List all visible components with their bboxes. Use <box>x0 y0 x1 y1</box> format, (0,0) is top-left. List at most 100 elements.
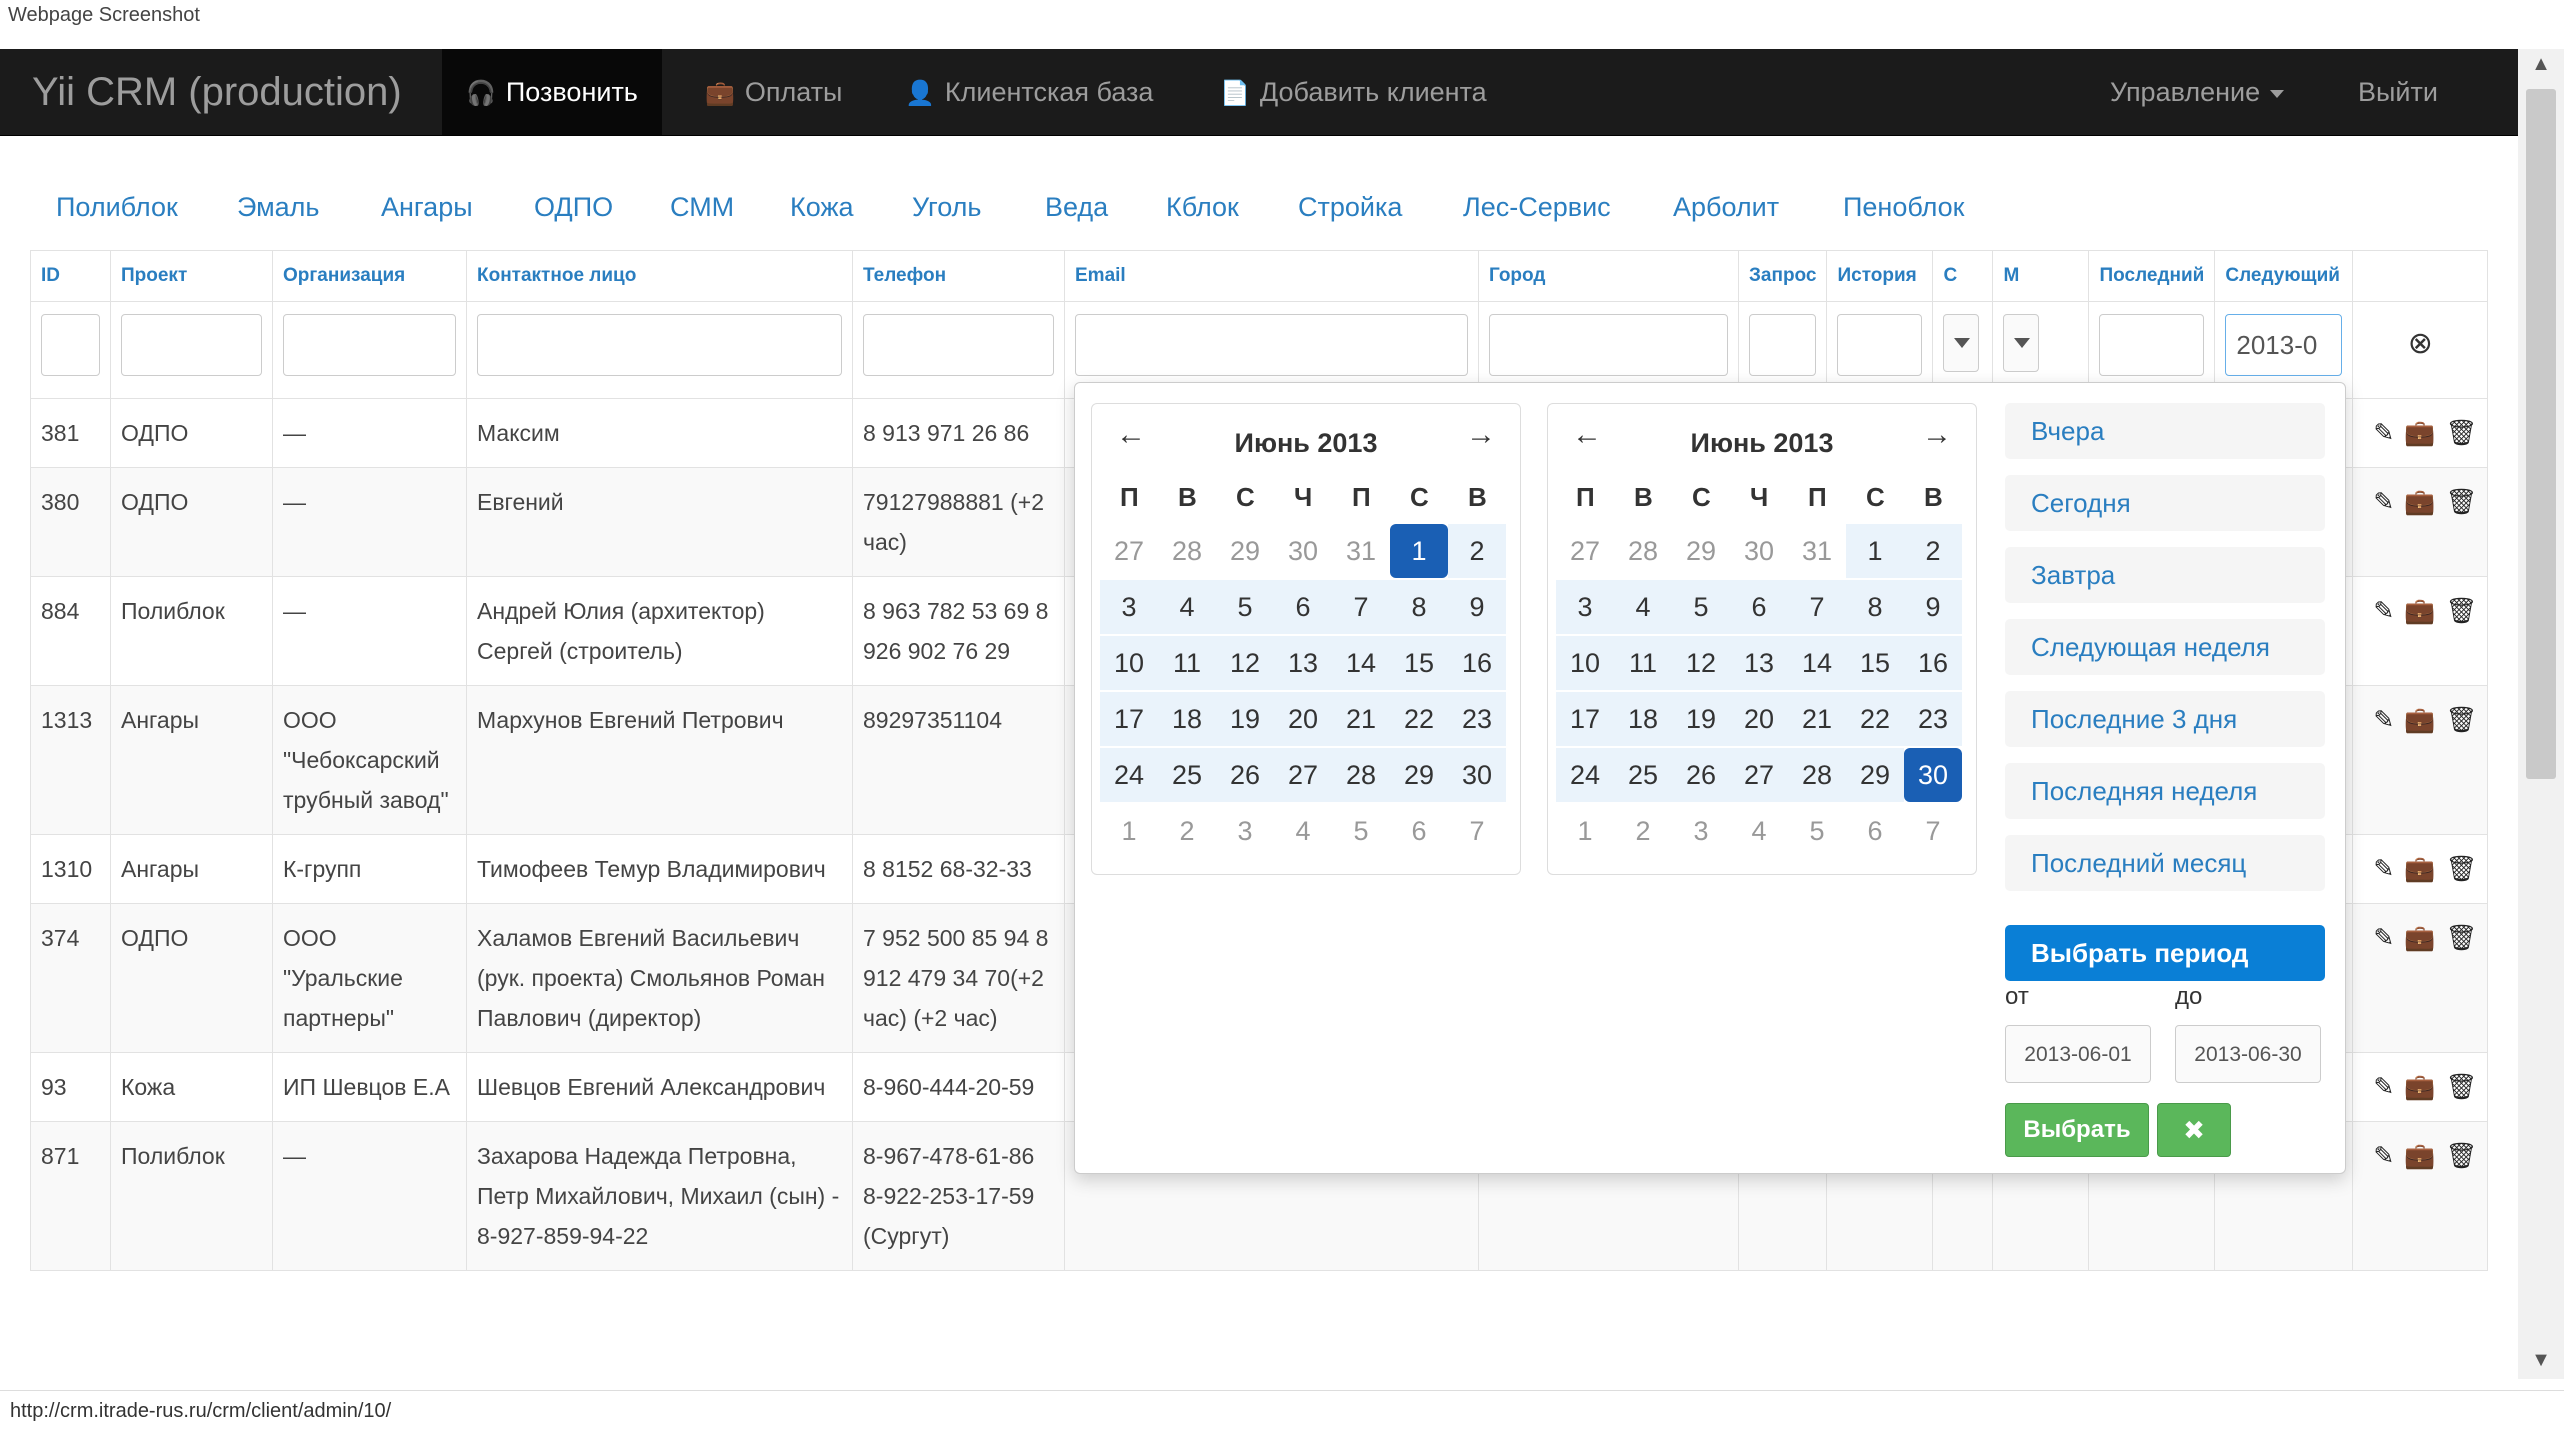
col-header[interactable]: Телефон <box>852 250 1065 302</box>
project-tab[interactable]: ОДПО <box>534 192 613 223</box>
range-last-month[interactable]: Последний месяц <box>2005 835 2325 891</box>
calendar-day[interactable]: 2 <box>1448 524 1506 578</box>
calendar-day[interactable]: 7 <box>1448 804 1506 858</box>
calendar-day[interactable]: 27 <box>1556 524 1614 578</box>
calendar-day[interactable]: 6 <box>1730 580 1788 634</box>
range-tomorrow[interactable]: Завтра <box>2005 547 2325 603</box>
project-tab[interactable]: Полиблок <box>56 192 178 223</box>
briefcase-icon[interactable]: 💼 <box>2404 918 2435 958</box>
briefcase-icon[interactable]: 💼 <box>2404 1136 2435 1176</box>
range-today[interactable]: Сегодня <box>2005 475 2325 531</box>
filter-contact[interactable] <box>477 314 842 376</box>
calendar-day[interactable]: 26 <box>1216 748 1274 802</box>
calendar-day[interactable]: 28 <box>1788 748 1846 802</box>
calendar-day[interactable]: 17 <box>1556 692 1614 746</box>
col-header[interactable]: Проект <box>110 250 273 302</box>
calendar-day[interactable]: 30 <box>1448 748 1506 802</box>
col-header[interactable]: Организация <box>272 250 467 302</box>
next-month-arrow-icon[interactable]: → <box>1466 418 1496 452</box>
calendar-day[interactable]: 6 <box>1390 804 1448 858</box>
pencil-icon[interactable]: ✎ <box>2373 700 2394 740</box>
calendar-day[interactable]: 19 <box>1672 692 1730 746</box>
clear-filter-icon[interactable]: ⊗ <box>2363 314 2477 374</box>
trash-icon[interactable]: 🗑 <box>2445 700 2477 740</box>
briefcase-icon[interactable]: 💼 <box>2404 1067 2435 1107</box>
calendar-day[interactable]: 11 <box>1614 636 1672 690</box>
calendar-day[interactable]: 1 <box>1556 804 1614 858</box>
scroll-thumb[interactable] <box>2526 89 2556 779</box>
calendar-day[interactable]: 23 <box>1904 692 1962 746</box>
project-tab[interactable]: Стройка <box>1298 192 1402 223</box>
calendar-day[interactable]: 28 <box>1614 524 1672 578</box>
filter-next[interactable] <box>2225 314 2343 376</box>
project-tab[interactable]: Лес-Сервис <box>1463 192 1611 223</box>
calendar-day[interactable]: 7 <box>1332 580 1390 634</box>
trash-icon[interactable]: 🗑 <box>2445 1067 2477 1107</box>
calendar-day[interactable]: 28 <box>1332 748 1390 802</box>
calendar-day[interactable]: 13 <box>1730 636 1788 690</box>
trash-icon[interactable]: 🗑 <box>2445 1136 2477 1176</box>
filter-city[interactable] <box>1489 314 1728 376</box>
cancel-button[interactable]: ✖ <box>2157 1103 2231 1157</box>
calendar-day[interactable]: 25 <box>1158 748 1216 802</box>
pencil-icon[interactable]: ✎ <box>2373 482 2394 522</box>
calendar-day[interactable]: 6 <box>1274 580 1332 634</box>
calendar-day[interactable]: 29 <box>1846 748 1904 802</box>
calendar-day[interactable]: 20 <box>1274 692 1332 746</box>
filter-phone[interactable] <box>863 314 1054 376</box>
calendar-day[interactable]: 24 <box>1100 748 1158 802</box>
filter-m-select[interactable] <box>2003 314 2040 372</box>
calendar-day[interactable]: 28 <box>1158 524 1216 578</box>
calendar-day[interactable]: 18 <box>1614 692 1672 746</box>
pencil-icon[interactable]: ✎ <box>2373 918 2394 958</box>
next-month-arrow-icon[interactable]: → <box>1922 418 1952 452</box>
trash-icon[interactable]: 🗑 <box>2445 918 2477 958</box>
project-tab[interactable]: Кожа <box>790 192 854 223</box>
calendar-day[interactable]: 23 <box>1448 692 1506 746</box>
calendar-day[interactable]: 19 <box>1216 692 1274 746</box>
col-header[interactable]: Запрос <box>1737 250 1828 302</box>
calendar-day[interactable]: 14 <box>1332 636 1390 690</box>
briefcase-icon[interactable]: 💼 <box>2404 849 2435 889</box>
filter-last[interactable] <box>2099 314 2205 376</box>
calendar-day[interactable]: 1 <box>1100 804 1158 858</box>
project-tab[interactable]: СММ <box>670 192 734 223</box>
col-header[interactable]: С <box>1932 250 1994 302</box>
calendar-day[interactable]: 29 <box>1390 748 1448 802</box>
calendar-day[interactable]: 3 <box>1672 804 1730 858</box>
brand-title[interactable]: Yii CRM (production) <box>32 49 402 135</box>
calendar-day[interactable]: 3 <box>1100 580 1158 634</box>
calendar-day[interactable]: 26 <box>1672 748 1730 802</box>
filter-id[interactable] <box>41 314 100 376</box>
calendar-day[interactable]: 11 <box>1158 636 1216 690</box>
calendar-day[interactable]: 4 <box>1730 804 1788 858</box>
calendar-day[interactable]: 5 <box>1216 580 1274 634</box>
calendar-day[interactable]: 24 <box>1556 748 1614 802</box>
calendar-day[interactable]: 14 <box>1788 636 1846 690</box>
project-tab[interactable]: Арболит <box>1673 192 1779 223</box>
calendar-day[interactable]: 15 <box>1846 636 1904 690</box>
calendar-day[interactable]: 13 <box>1274 636 1332 690</box>
calendar-day[interactable]: 2 <box>1904 524 1962 578</box>
briefcase-icon[interactable]: 💼 <box>2404 482 2435 522</box>
filter-org[interactable] <box>283 314 456 376</box>
col-header[interactable]: Контактное лицо <box>466 250 853 302</box>
calendar-day[interactable]: 16 <box>1904 636 1962 690</box>
calendar-day[interactable]: 6 <box>1846 804 1904 858</box>
range-yesterday[interactable]: Вчера <box>2005 403 2325 459</box>
calendar-day[interactable]: 2 <box>1614 804 1672 858</box>
calendar-day[interactable]: 10 <box>1100 636 1158 690</box>
nav-manage-dropdown[interactable]: Управление <box>2110 49 2285 135</box>
project-tab[interactable]: Веда <box>1045 192 1108 223</box>
pencil-icon[interactable]: ✎ <box>2373 849 2394 889</box>
calendar-day[interactable]: 12 <box>1672 636 1730 690</box>
col-header[interactable]: ID <box>30 250 111 302</box>
calendar-day[interactable]: 8 <box>1390 580 1448 634</box>
filter-request[interactable] <box>1749 314 1817 376</box>
pencil-icon[interactable]: ✎ <box>2373 591 2394 631</box>
vertical-scrollbar[interactable]: ▲ ▼ <box>2518 49 2564 1379</box>
scroll-up-icon[interactable]: ▲ <box>2518 53 2564 76</box>
calendar-day[interactable]: 30 <box>1904 748 1962 802</box>
project-tab[interactable]: Пеноблок <box>1843 192 1965 223</box>
calendar-day[interactable]: 7 <box>1788 580 1846 634</box>
